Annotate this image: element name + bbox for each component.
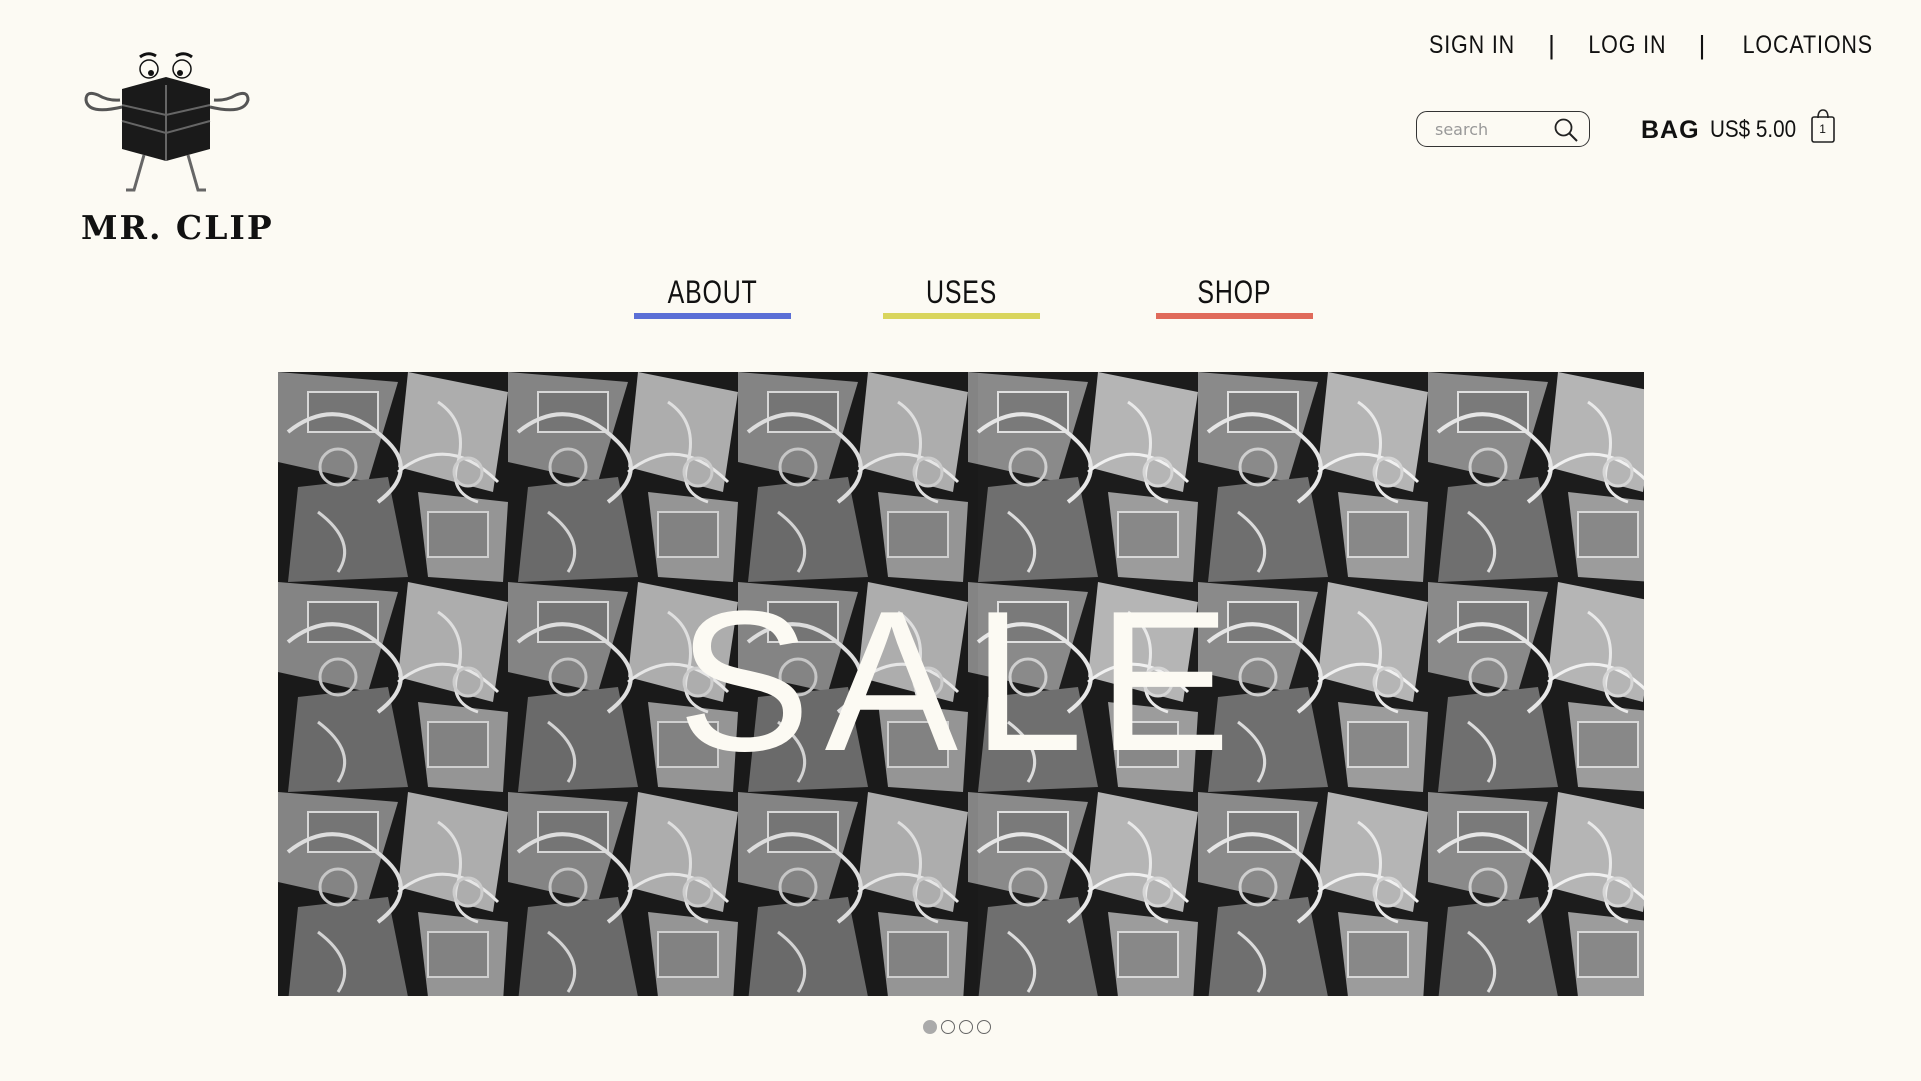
locations-link[interactable]: LOCATIONS [1743,31,1873,60]
nav-uses-label: USES [925,274,998,310]
hero-banner[interactable]: SALE [278,372,1644,996]
nav-about[interactable]: ABOUT [634,274,791,319]
nav-about-underline [634,313,791,319]
carousel-dot-3[interactable] [959,1020,973,1034]
link-separator: | [1548,30,1556,60]
search-icon[interactable] [1553,117,1579,148]
carousel-dot-4[interactable] [977,1020,991,1034]
search-box [1416,111,1590,147]
hero-headline: SALE [677,570,1245,793]
brand-name: MR. CLIP [81,208,274,247]
page: MR. CLIP SIGN IN | LOG IN | LOCATIONS BA… [0,0,1921,1081]
account-links: SIGN IN | LOG IN | LOCATIONS [1422,30,1884,61]
shopping-bag-icon[interactable]: 1 [1810,108,1836,144]
nav-shop-underline [1156,313,1313,319]
bag-total: US$ 5.00 [1709,116,1796,143]
log-in-link[interactable]: LOG IN [1588,31,1666,60]
brand-logo[interactable]: MR. CLIP [72,45,272,255]
sign-in-link[interactable]: SIGN IN [1429,31,1515,60]
nav-shop[interactable]: SHOP [1156,274,1313,319]
carousel-dot-1[interactable] [923,1020,937,1034]
carousel-dots [923,1020,991,1034]
nav-about-label: ABOUT [667,274,758,310]
carousel-dot-2[interactable] [941,1020,955,1034]
shopping-bag[interactable]: BAG US$ 5.00 1 [1641,109,1836,148]
nav-shop-label: SHOP [1197,274,1272,310]
nav-uses[interactable]: USES [883,274,1040,319]
nav-uses-underline [883,313,1040,319]
link-separator: | [1698,30,1707,60]
binder-clip-mascot-icon [84,52,250,192]
bag-count: 1 [1819,122,1826,136]
bag-label: BAG [1641,115,1700,144]
search-input[interactable] [1435,119,1555,139]
